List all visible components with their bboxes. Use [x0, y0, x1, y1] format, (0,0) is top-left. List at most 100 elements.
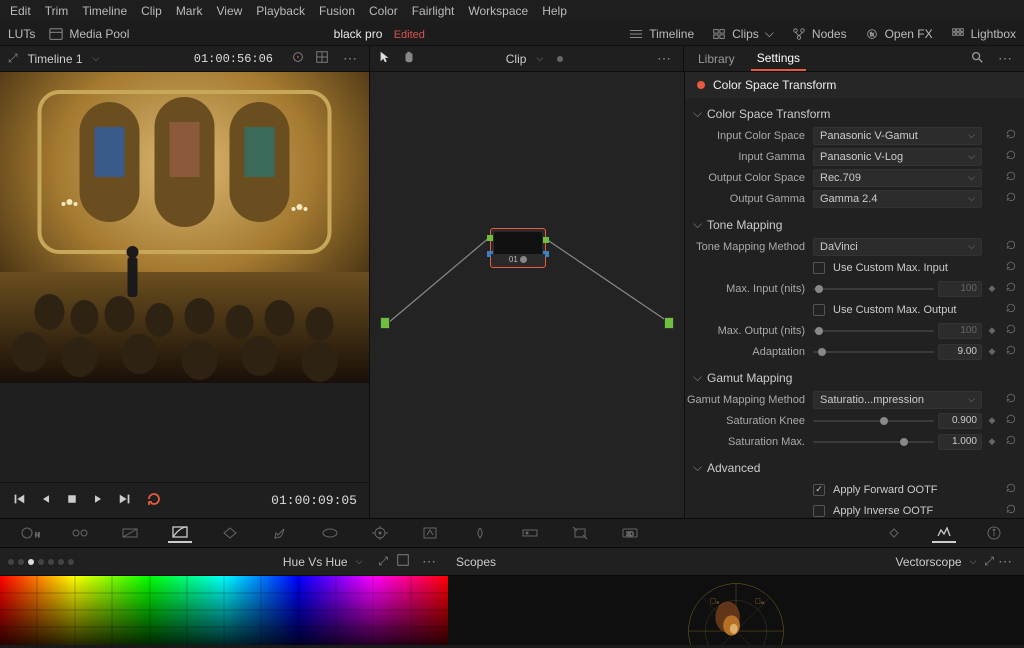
pointer-tool[interactable]: [378, 50, 392, 67]
palette-hdr[interactable]: HDR: [18, 523, 42, 543]
scopes-toggle[interactable]: [932, 523, 956, 543]
tm-method-reset[interactable]: [1002, 239, 1020, 254]
chevron-down-icon[interactable]: ⌵: [970, 556, 977, 567]
output-cs-dropdown[interactable]: Rec.709⌵: [813, 169, 982, 187]
section-gamut[interactable]: ⌵Gamut Mapping: [685, 366, 1024, 389]
curve-mode-dots[interactable]: [8, 559, 74, 565]
gm-method-reset[interactable]: [1002, 392, 1020, 407]
max-output-slider[interactable]: [813, 322, 934, 340]
adaptation-keyframe[interactable]: ◆: [986, 346, 998, 357]
palette-tracker[interactable]: [368, 523, 392, 543]
step-back-button[interactable]: [40, 493, 52, 508]
section-cst[interactable]: ⌵Color Space Transform: [685, 102, 1024, 125]
output-gamma-dropdown[interactable]: Gamma 2.4⌵: [813, 190, 982, 208]
palette-qualifier[interactable]: [268, 523, 292, 543]
scopes-expand-icon[interactable]: ⤢: [984, 554, 994, 569]
curves-expand-icon[interactable]: ⤢: [378, 554, 388, 569]
max-output-value[interactable]: 100: [938, 323, 982, 339]
output-cs-reset[interactable]: [1002, 170, 1020, 185]
viewer-picker-icon[interactable]: [291, 50, 305, 67]
palette-magic[interactable]: [418, 523, 442, 543]
curves-grid-icon[interactable]: [396, 553, 410, 570]
node-rgb-out[interactable]: [543, 237, 549, 243]
play-button[interactable]: [92, 493, 104, 508]
sat-knee-keyframe[interactable]: ◆: [986, 415, 998, 426]
clips-panel-toggle[interactable]: Clips ⌵: [712, 26, 774, 41]
tab-library[interactable]: Library: [692, 46, 741, 71]
adaptation-reset[interactable]: [1002, 344, 1020, 359]
palette-3d[interactable]: 3D: [618, 523, 642, 543]
sat-knee-slider[interactable]: [813, 412, 934, 430]
adaptation-value[interactable]: 9.00: [938, 344, 982, 360]
output-gamma-reset[interactable]: [1002, 191, 1020, 206]
transport-timecode[interactable]: 01:00:09:05: [271, 493, 357, 508]
curves-options-menu[interactable]: ⋯: [418, 553, 440, 570]
menu-help[interactable]: Help: [542, 4, 567, 18]
input-gamma-reset[interactable]: [1002, 149, 1020, 164]
gm-method-dropdown[interactable]: Saturatio...mpression⌵: [813, 391, 982, 409]
viewer-options-menu[interactable]: ⋯: [339, 50, 361, 67]
viewer-expand-icon[interactable]: ⤢: [8, 51, 18, 66]
info-toggle[interactable]: [982, 523, 1006, 543]
palette-sizing[interactable]: [568, 523, 592, 543]
fwd-ootf-checkbox[interactable]: [813, 484, 825, 496]
openfx-panel-toggle[interactable]: fx Open FX: [865, 27, 933, 41]
use-max-output-reset[interactable]: [1002, 302, 1020, 317]
palette-primaries[interactable]: [68, 523, 92, 543]
adaptation-slider[interactable]: [813, 343, 934, 361]
loop-button[interactable]: [146, 491, 162, 510]
chevron-down-icon[interactable]: ⌵: [356, 556, 363, 567]
pan-tool[interactable]: [402, 50, 416, 67]
menu-clip[interactable]: Clip: [141, 4, 162, 18]
graph-input-connector[interactable]: [380, 317, 390, 329]
hue-curve-editor[interactable]: [0, 576, 448, 645]
node-rgb-in[interactable]: [487, 235, 493, 241]
max-input-slider[interactable]: [813, 280, 934, 298]
max-input-reset[interactable]: [1002, 281, 1020, 296]
palette-blur[interactable]: [468, 523, 492, 543]
node-options-menu[interactable]: ⋯: [653, 50, 675, 67]
menu-view[interactable]: View: [216, 4, 242, 18]
menu-color[interactable]: Color: [369, 4, 398, 18]
lightbox-panel-toggle[interactable]: Lightbox: [951, 27, 1016, 41]
menu-trim[interactable]: Trim: [45, 4, 69, 18]
mediapool-panel-toggle[interactable]: Media Pool: [49, 27, 129, 41]
scopes-options-menu[interactable]: ⋯: [994, 553, 1016, 570]
tm-method-dropdown[interactable]: DaVinci⌵: [813, 238, 982, 256]
chevron-down-icon[interactable]: ⌵: [536, 53, 543, 64]
goto-start-button[interactable]: [12, 492, 26, 509]
max-output-keyframe[interactable]: ◆: [986, 325, 998, 336]
stop-button[interactable]: [66, 493, 78, 508]
menu-edit[interactable]: Edit: [10, 4, 31, 18]
max-input-keyframe[interactable]: ◆: [986, 283, 998, 294]
timeline-panel-toggle[interactable]: Timeline: [629, 27, 694, 41]
nodes-panel-toggle[interactable]: Nodes: [792, 27, 847, 41]
sat-max-reset[interactable]: [1002, 434, 1020, 449]
inv-ootf-checkbox[interactable]: [813, 505, 825, 517]
section-advanced[interactable]: ⌵Advanced: [685, 456, 1024, 479]
section-tone[interactable]: ⌵Tone Mapping: [685, 213, 1024, 236]
viewer-grid-icon[interactable]: [315, 50, 329, 67]
menu-fairlight[interactable]: Fairlight: [412, 4, 455, 18]
effect-enabled-dot[interactable]: [697, 81, 705, 89]
palette-curves[interactable]: [168, 523, 192, 543]
search-icon[interactable]: [970, 50, 984, 67]
menu-mark[interactable]: Mark: [176, 4, 203, 18]
luts-panel-toggle[interactable]: LUTs: [8, 27, 35, 41]
sat-knee-value[interactable]: 0.900: [938, 413, 982, 429]
palette-key[interactable]: [518, 523, 542, 543]
goto-end-button[interactable]: [118, 492, 132, 509]
use-max-input-reset[interactable]: [1002, 260, 1020, 275]
use-max-input-checkbox[interactable]: [813, 262, 825, 274]
input-cs-reset[interactable]: [1002, 128, 1020, 143]
palette-warper[interactable]: [218, 523, 242, 543]
viewer-image[interactable]: [0, 72, 369, 382]
use-max-output-checkbox[interactable]: [813, 304, 825, 316]
node-scope-label[interactable]: Clip: [506, 52, 527, 66]
tab-settings[interactable]: Settings: [751, 46, 806, 71]
palette-rgb-mixer[interactable]: [118, 523, 142, 543]
graph-output-connector[interactable]: [664, 317, 674, 329]
menu-fusion[interactable]: Fusion: [319, 4, 355, 18]
sat-knee-reset[interactable]: [1002, 413, 1020, 428]
curves-mode-label[interactable]: Hue Vs Hue: [283, 555, 348, 569]
